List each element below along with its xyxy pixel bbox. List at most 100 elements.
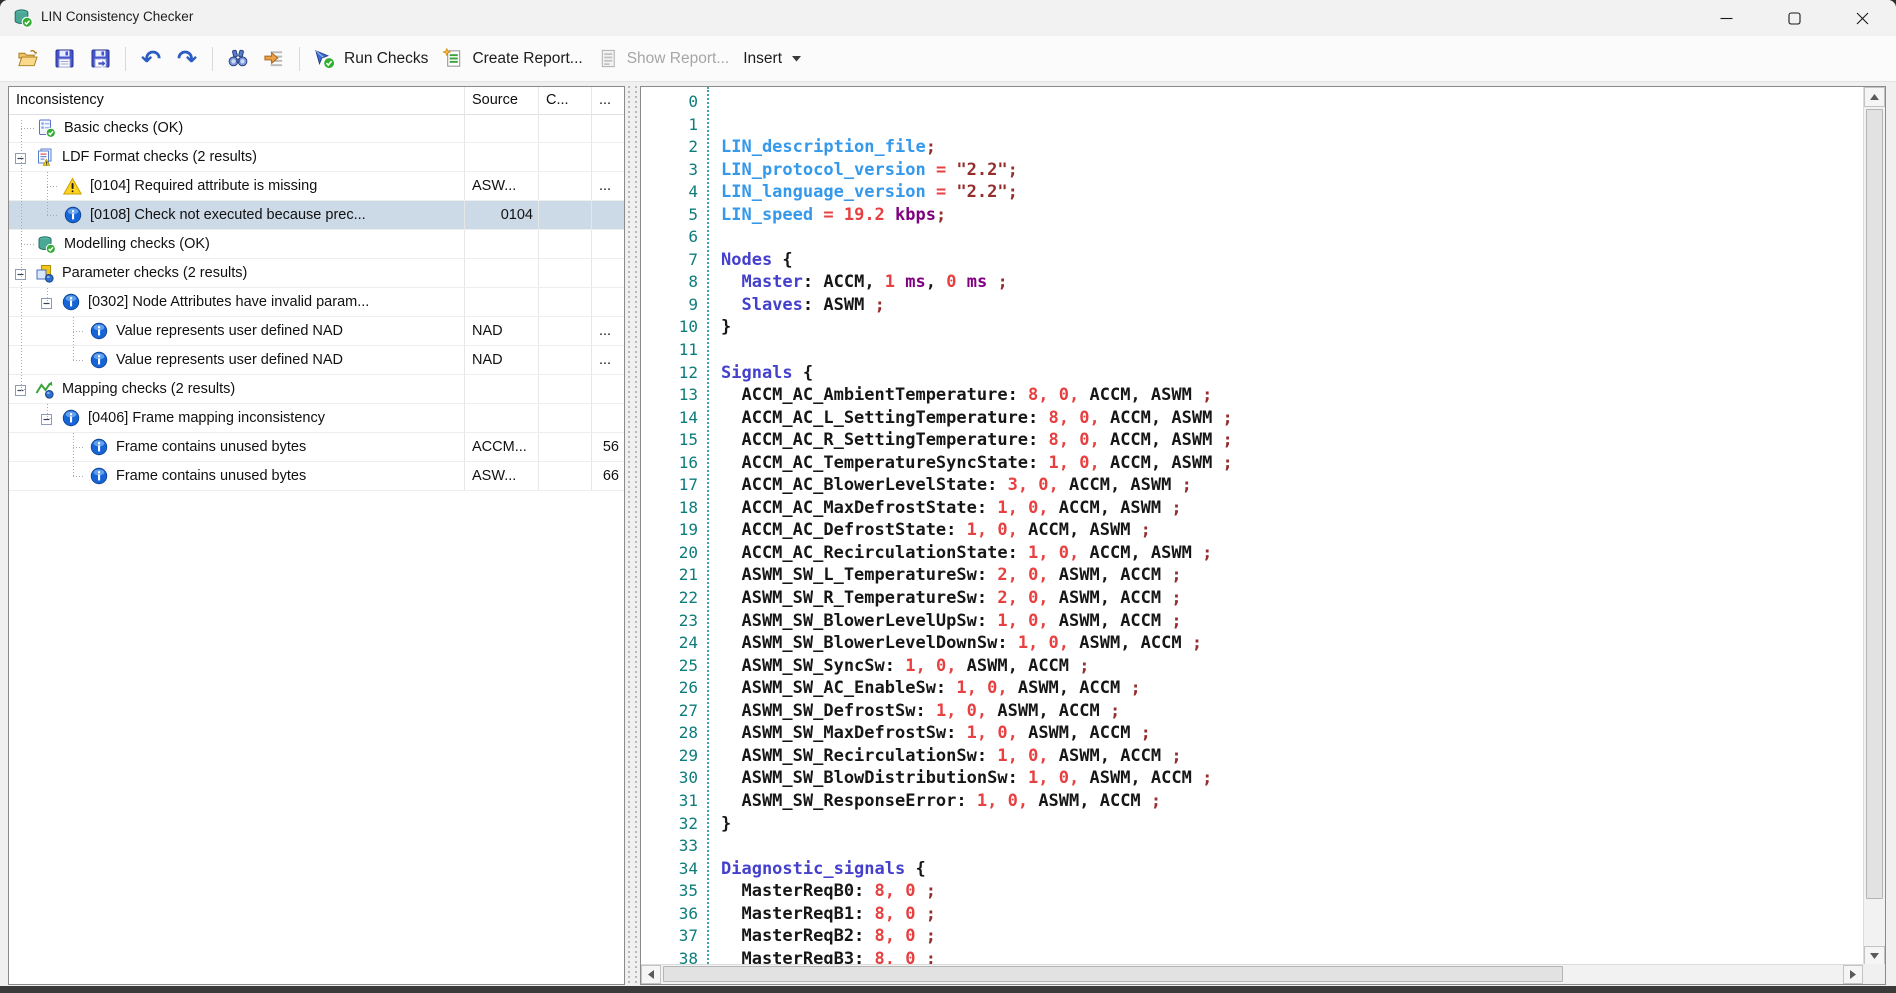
extra-cell: 56 [591,433,624,461]
line-number: 28 [641,722,707,745]
column-header-inconsistency[interactable]: Inconsistency [9,87,464,114]
titlebar[interactable]: LIN Consistency Checker [0,0,1896,36]
goto-result-button[interactable] [256,42,292,76]
code-line: MasterReqB2: 8, 0 ; [711,925,1863,948]
code-line: ACCM_AC_AmbientTemperature: 8, 0, ACCM, … [711,384,1863,407]
ldf-source-view[interactable]: 0123456789101112131415161718192021222324… [641,87,1863,964]
find-button[interactable] [220,42,256,76]
code-line: MasterReqB1: 8, 0 ; [711,903,1863,926]
expander-minus-icon[interactable] [41,297,52,308]
extra-cell [591,143,624,171]
info-icon [89,438,108,457]
expander-minus-icon[interactable] [15,268,26,279]
code-line: ACCM_AC_BlowerLevelState: 3, 0, ACCM, AS… [711,474,1863,497]
c-cell [538,259,591,287]
extra-cell [591,114,624,142]
close-button[interactable] [1828,0,1896,36]
expander-minus-icon[interactable] [15,152,26,163]
tree-row[interactable]: [0104] Required attribute is missingASW.… [9,172,624,201]
code-line: ACCM_AC_MaxDefrostState: 1, 0, ACCM, ASW… [711,497,1863,520]
arrow-down-icon [1870,953,1879,959]
line-number: 12 [641,362,707,385]
code-line: ASWM_SW_BlowDistributionSw: 1, 0, ASWM, … [711,767,1863,790]
tree-row[interactable]: [0108] Check not executed because prec..… [9,201,624,230]
vertical-scrollbar[interactable] [1863,87,1885,966]
c-cell [538,172,591,200]
save-button[interactable] [46,42,82,76]
extra-cell: ... [591,346,624,374]
panel-splitter[interactable] [626,86,639,985]
code-line: Slaves: ASWM ; [711,294,1863,317]
code-line: ASWM_SW_BlowerLevelUpSw: 1, 0, ASWM, ACC… [711,610,1863,633]
open-button[interactable] [10,42,46,76]
code-area[interactable]: LIN_description_file;LIN_protocol_versio… [711,87,1863,964]
line-number: 37 [641,925,707,948]
expander-minus-icon[interactable] [15,384,26,395]
column-header-c[interactable]: C... [538,87,591,114]
source-cell: ASW... [464,462,538,490]
save-all-button[interactable] [82,42,118,76]
horizontal-scroll-thumb[interactable] [663,966,1563,982]
code-line [711,114,1863,137]
tree-row[interactable]: [0302] Node Attributes have invalid para… [9,288,624,317]
tree-row[interactable]: LDF Format checks (2 results) [9,143,624,172]
column-header-source[interactable]: Source [464,87,538,114]
c-cell [538,288,591,316]
extra-cell [591,230,624,258]
scroll-down-button[interactable] [1864,946,1885,966]
line-number: 32 [641,813,707,836]
code-line: Signals { [711,362,1863,385]
undo-button[interactable]: ↶ [133,42,169,76]
basic-checks-icon [37,119,56,138]
vertical-scroll-thumb[interactable] [1866,109,1883,899]
tree-rows: Basic checks (OK)LDF Format checks (2 re… [9,114,624,984]
tree-row[interactable]: [0406] Frame mapping inconsistency [9,404,624,433]
tree-row[interactable]: Frame contains unused bytesACCM...56 [9,433,624,462]
c-cell [538,201,591,229]
scrollbar-corner [1863,964,1885,984]
tree-row[interactable]: Value represents user defined NADNAD... [9,346,624,375]
code-line: ASWM_SW_RecirculationSw: 1, 0, ASWM, ACC… [711,745,1863,768]
horizontal-scrollbar[interactable] [641,964,1863,984]
modelling-icon [37,235,56,254]
tree-row-label: Modelling checks (OK) [64,236,210,252]
toolbar-separator [212,47,213,71]
line-number: 29 [641,745,707,768]
code-line: } [711,316,1863,339]
redo-button[interactable]: ↷ [169,42,205,76]
tree-row[interactable]: Frame contains unused bytesASW...66 [9,462,624,491]
arrow-left-icon [648,970,654,979]
minimize-button[interactable] [1692,0,1760,36]
code-line: ASWM_SW_DefrostSw: 1, 0, ASWM, ACCM ; [711,700,1863,723]
tree-row[interactable]: Mapping checks (2 results) [9,375,624,404]
scroll-right-button[interactable] [1843,965,1863,984]
save-all-icon [89,48,111,70]
create-report-button[interactable]: Create Report... [435,42,589,76]
expander-minus-icon[interactable] [41,413,52,424]
tree-row-label: Parameter checks (2 results) [62,265,247,281]
line-number: 15 [641,429,707,452]
window-title: LIN Consistency Checker [41,9,193,24]
tree-row[interactable]: Basic checks (OK) [9,114,624,143]
tree-row[interactable]: Value represents user defined NADNAD... [9,317,624,346]
scroll-up-button[interactable] [1864,87,1885,107]
line-number: 35 [641,880,707,903]
code-line: ASWM_SW_BlowerLevelDownSw: 1, 0, ASWM, A… [711,632,1863,655]
extra-cell [591,288,624,316]
insert-button[interactable]: Insert [736,42,808,76]
maximize-button[interactable] [1760,0,1828,36]
scroll-left-button[interactable] [641,965,661,984]
results-tree-panel[interactable]: Inconsistency Source C... ... Basic chec… [8,86,625,985]
tree-row[interactable]: Parameter checks (2 results) [9,259,624,288]
ldf-editor-panel[interactable]: 0123456789101112131415161718192021222324… [640,86,1886,985]
run-checks-button[interactable]: Run Checks [307,42,435,76]
code-line: ACCM_AC_L_SettingTemperature: 8, 0, ACCM… [711,407,1863,430]
source-cell [464,288,538,316]
column-header-more[interactable]: ... [591,87,624,114]
tree-row[interactable]: Modelling checks (OK) [9,230,624,259]
line-number: 27 [641,700,707,723]
line-number: 30 [641,767,707,790]
app-window: LIN Consistency Checker ↶↷ Run ChecksCrea… [0,0,1896,986]
app-database-check-icon [13,8,33,28]
code-line [711,835,1863,858]
